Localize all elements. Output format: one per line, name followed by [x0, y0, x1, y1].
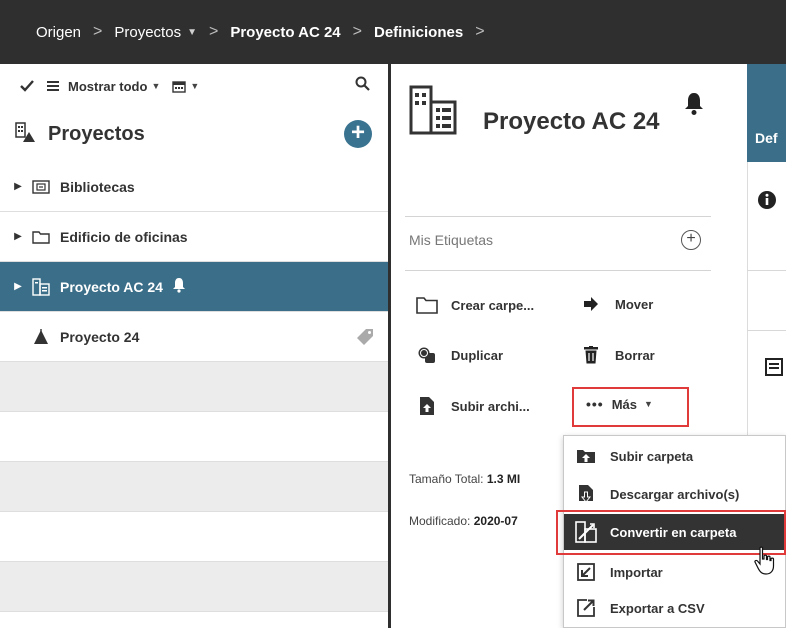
tree-empty-row — [0, 512, 388, 562]
bell-icon[interactable] — [683, 92, 705, 121]
tree-item-bibliotecas[interactable]: ▶ Bibliotecas — [0, 162, 388, 212]
info-icon[interactable] — [757, 190, 777, 215]
chevron-down-icon: ▼ — [151, 81, 161, 91]
chevron-down-icon: ▼ — [190, 81, 200, 91]
search-icon[interactable] — [355, 76, 370, 94]
expand-icon[interactable]: ▶ — [6, 231, 30, 242]
upload-file-button[interactable]: Subir archi... — [415, 396, 530, 416]
breadcrumb-separator: > — [93, 23, 103, 40]
size-label: Tamaño Total: — [409, 472, 484, 486]
upload-file-icon — [415, 396, 439, 416]
library-icon — [30, 179, 52, 194]
breadcrumb-proyecto-ac24[interactable]: Proyecto AC 24 — [230, 24, 340, 41]
modified-label: Modificado: — [409, 514, 471, 528]
import-icon — [574, 563, 598, 581]
menu-item-descargar[interactable]: Descargar archivo(s) — [564, 476, 786, 512]
upload-folder-icon — [574, 448, 598, 464]
menu-item-label: Descargar archivo(s) — [610, 486, 740, 502]
menu-item-subir-carpeta[interactable]: Subir carpeta — [564, 438, 786, 474]
tree-item-label: Proyecto 24 — [60, 328, 140, 345]
tag-icon[interactable] — [356, 328, 374, 349]
expand-icon[interactable]: ▶ — [6, 281, 30, 292]
tree-item-proyecto-ac24[interactable]: ▶ Proyecto AC 24 — [0, 262, 388, 312]
create-folder-button[interactable]: Crear carpe... — [415, 296, 534, 314]
divider — [747, 330, 786, 331]
list-icon — [47, 81, 59, 91]
menu-item-label: Exportar a CSV — [610, 600, 705, 616]
check-icon[interactable] — [20, 80, 34, 92]
move-button[interactable]: Mover — [579, 296, 653, 312]
expand-icon[interactable]: ▶ — [6, 181, 30, 192]
tree-empty-row — [0, 362, 388, 412]
hand-cursor-icon — [752, 546, 778, 581]
calendar-icon — [172, 80, 187, 93]
tree-item-proyecto24[interactable]: Proyecto 24 — [0, 312, 388, 362]
duplicate-button[interactable]: Duplicar — [415, 346, 503, 364]
upload-file-label: Subir archi... — [451, 398, 530, 414]
add-project-button[interactable]: + — [344, 120, 372, 148]
filter-dropdown[interactable]: Mostrar todo ▼ — [46, 79, 160, 94]
tree-empty-row — [0, 462, 388, 512]
bell-icon — [171, 277, 187, 296]
projects-title: Proyectos — [48, 122, 145, 145]
duplicate-icon — [415, 346, 439, 364]
duplicate-label: Duplicar — [451, 347, 504, 363]
tree-item-edificio[interactable]: ▶ Edificio de oficinas — [0, 212, 388, 262]
date-filter-dropdown[interactable]: ▼ — [172, 80, 199, 93]
highlight-box — [572, 387, 689, 427]
size-value: 1.3 MI — [486, 472, 521, 486]
list-icon[interactable] — [765, 358, 783, 381]
delete-label: Borrar — [615, 347, 655, 363]
add-tag-button[interactable]: + — [681, 230, 701, 250]
modified-value: 2020-07 — [473, 514, 518, 528]
building-icon — [407, 84, 459, 141]
tree-empty-row — [0, 562, 388, 612]
projects-icon — [14, 120, 38, 149]
folder-icon — [415, 296, 439, 314]
project-tree: ▶ Bibliotecas ▶ Edificio de oficinas ▶ P… — [0, 162, 388, 612]
menu-item-label: Importar — [610, 564, 663, 580]
menu-item-label: Subir carpeta — [610, 448, 694, 464]
projects-header: Proyectos + — [0, 108, 388, 160]
delete-button[interactable]: Borrar — [579, 346, 655, 364]
project-icon — [30, 328, 52, 345]
breadcrumb-separator: > — [475, 23, 485, 40]
breadcrumb: Origen > Proyectos ▼ > Proyecto AC 24 > … — [0, 0, 786, 64]
tree-item-label: Edificio de oficinas — [60, 228, 188, 245]
export-icon — [574, 599, 598, 617]
breadcrumb-origen[interactable]: Origen — [36, 24, 81, 41]
size-info: Tamaño Total: 1.3 MI — [409, 472, 520, 486]
filter-label: Mostrar todo — [68, 78, 148, 94]
divider — [405, 270, 711, 271]
tree-item-label: Bibliotecas — [60, 178, 135, 195]
create-folder-label: Crear carpe... — [451, 297, 535, 313]
menu-item-exportar-csv[interactable]: Exportar a CSV — [564, 590, 786, 626]
breadcrumb-separator: > — [208, 23, 219, 40]
tags-label: Mis Etiquetas — [409, 232, 494, 248]
download-file-icon — [574, 484, 598, 504]
building-icon — [30, 277, 52, 296]
tree-item-label: Proyecto AC 24 — [60, 278, 163, 295]
tree-toolbar: Mostrar todo ▼ ▼ — [0, 64, 388, 108]
tree-empty-row — [0, 412, 388, 462]
move-label: Mover — [615, 296, 654, 312]
trash-icon — [579, 346, 603, 364]
tab-definiciones[interactable]: Def — [747, 64, 786, 162]
page-title: Proyecto AC 24 — [483, 108, 660, 135]
divider — [747, 270, 786, 271]
divider — [405, 216, 711, 217]
breadcrumb-separator: > — [352, 23, 362, 40]
breadcrumb-proyectos[interactable]: Proyectos — [114, 24, 181, 41]
breadcrumb-definiciones[interactable]: Definiciones — [374, 24, 463, 41]
project-tree-panel: Mostrar todo ▼ ▼ Proyectos + ▶ Bibliotec… — [0, 64, 388, 628]
folder-icon — [30, 230, 52, 244]
chevron-down-icon[interactable]: ▼ — [187, 27, 197, 38]
arrow-right-icon — [579, 296, 603, 312]
modified-info: Modificado: 2020-07 — [409, 514, 518, 528]
